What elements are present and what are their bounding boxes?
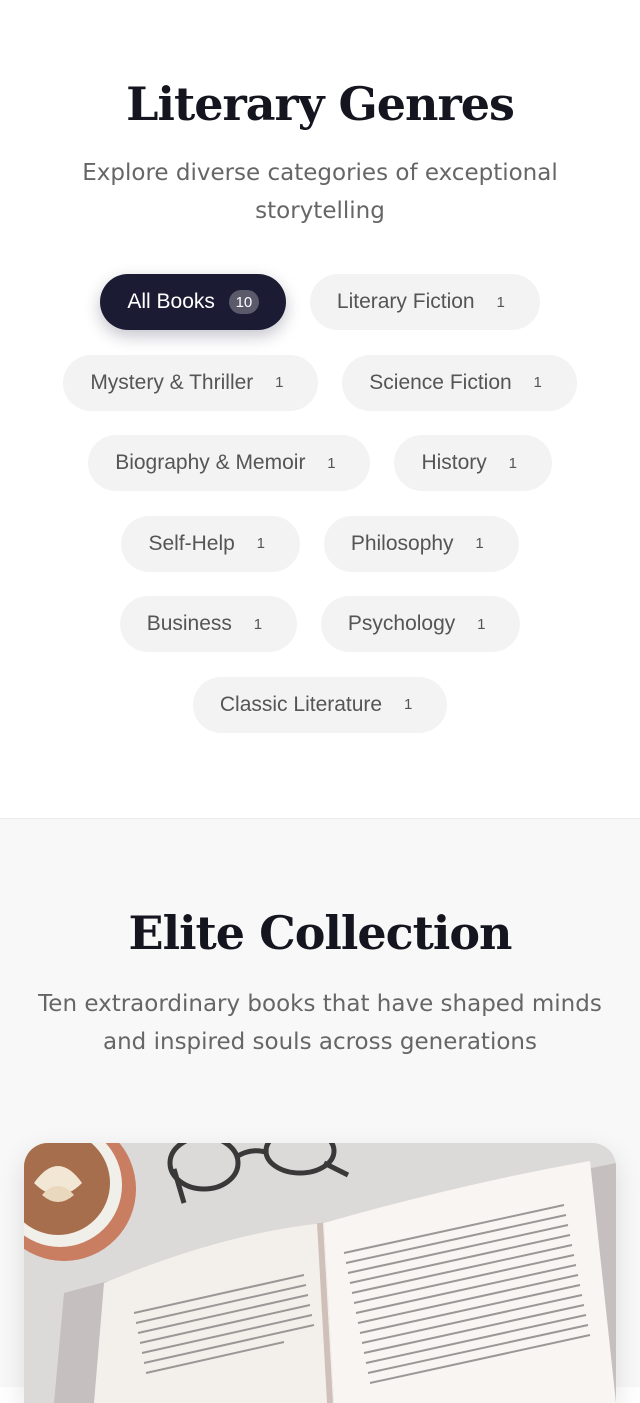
chip-count-badge: 1 xyxy=(327,454,336,472)
chip-literary-fiction[interactable]: Literary Fiction 1 xyxy=(309,274,540,330)
chip-label: Psychology xyxy=(347,612,456,635)
chip-science-fiction[interactable]: Science Fiction 1 xyxy=(342,354,577,411)
chip-label: All Books xyxy=(127,290,215,313)
chip-row: Biography & Memoir 1 History 1 xyxy=(0,435,640,491)
chip-count-badge: 1 xyxy=(253,615,263,633)
chip-psychology[interactable]: Psychology 1 xyxy=(320,596,521,652)
chip-count-badge: 1 xyxy=(477,615,486,633)
chip-business[interactable]: Business 1 xyxy=(119,596,297,652)
chip-label: Philosophy xyxy=(350,531,454,555)
chip-count-badge: 10 xyxy=(228,290,259,314)
genres-section: Literary Genres Explore diverse categori… xyxy=(0,0,640,818)
chip-count-badge: 1 xyxy=(275,374,284,391)
chip-count-badge: 1 xyxy=(496,293,505,311)
chip-history[interactable]: History 1 xyxy=(394,435,552,491)
chip-self-help[interactable]: Self-Help 1 xyxy=(121,515,300,572)
chip-row: Self-Help 1 Philosophy 1 xyxy=(0,515,640,572)
chip-all-books[interactable]: All Books 10 xyxy=(100,274,286,330)
chip-label: History xyxy=(421,451,487,474)
chip-row: Classic Literature 1 xyxy=(0,676,640,733)
chip-label: Business xyxy=(146,612,232,635)
chip-label: Mystery & Thriller xyxy=(90,370,254,394)
chip-count-badge: 1 xyxy=(508,454,517,472)
image-light-overlay xyxy=(24,1143,616,1403)
collection-title: Elite Collection xyxy=(128,906,513,960)
chip-label: Literary Fiction xyxy=(336,290,475,313)
chip-label: Self-Help xyxy=(148,531,235,555)
chip-mystery-thriller[interactable]: Mystery & Thriller 1 xyxy=(63,354,319,411)
chip-row: Business 1 Psychology 1 xyxy=(0,596,640,652)
chip-biography-memoir[interactable]: Biography & Memoir 1 xyxy=(88,435,371,491)
chip-count-badge: 1 xyxy=(256,535,265,552)
chip-count-badge: 1 xyxy=(533,374,542,391)
chip-label: Biography & Memoir xyxy=(115,451,306,474)
genre-filter-chips: All Books 10 Literary Fiction 1 Mystery … xyxy=(0,274,640,757)
featured-book-image[interactable] xyxy=(24,1143,616,1403)
genres-title: Literary Genres xyxy=(126,77,515,131)
chip-row: All Books 10 Literary Fiction 1 xyxy=(0,274,640,330)
collection-section: Elite Collection Ten extraordinary books… xyxy=(0,818,640,1403)
chip-row: Mystery & Thriller 1 Science Fiction 1 xyxy=(0,354,640,411)
chip-count-badge: 1 xyxy=(475,535,484,552)
collection-subtitle: Ten extraordinary books that have shaped… xyxy=(38,991,602,1055)
chip-label: Classic Literature xyxy=(219,692,383,716)
chip-philosophy[interactable]: Philosophy 1 xyxy=(323,515,519,572)
chip-label: Science Fiction xyxy=(369,370,512,394)
open-book-with-coffee-illustration xyxy=(24,1143,616,1403)
genres-subtitle: Explore diverse categories of exceptiona… xyxy=(82,160,558,224)
chip-classic-literature[interactable]: Classic Literature 1 xyxy=(192,676,448,733)
chip-count-badge: 1 xyxy=(403,696,413,713)
